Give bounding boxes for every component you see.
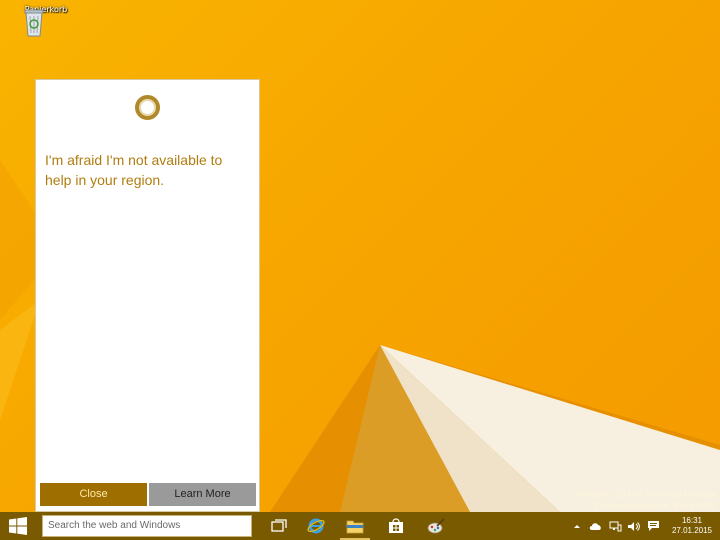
cortana-panel: I'm afraid I'm not available to help in … <box>35 79 260 512</box>
ie-icon <box>307 518 325 534</box>
cloud-icon <box>589 522 601 530</box>
network-button[interactable] <box>608 512 622 540</box>
desktop-icon-recycle-bin[interactable]: Papierkorb <box>20 4 72 37</box>
task-view-button[interactable] <box>260 512 298 540</box>
paint-icon <box>427 518 445 534</box>
start-button[interactable] <box>0 512 36 540</box>
file-explorer-button[interactable] <box>336 512 374 540</box>
network-icon <box>609 521 621 531</box>
internet-explorer-button[interactable] <box>297 512 335 540</box>
show-hidden-icons-button[interactable] <box>572 512 582 540</box>
build-watermark: Windows 10 Pro Technical Preview Evaluie… <box>576 488 716 512</box>
clock-time: 16:31 <box>681 516 702 525</box>
folder-icon <box>346 520 364 533</box>
search-box[interactable]: Search the web and Windows <box>42 515 252 537</box>
paint-button[interactable] <box>417 512 455 540</box>
learn-more-button[interactable]: Learn More <box>149 483 256 506</box>
store-icon <box>389 518 403 533</box>
search-placeholder: Search the web and Windows <box>48 520 181 531</box>
store-button[interactable] <box>377 512 415 540</box>
onedrive-button[interactable] <box>588 512 602 540</box>
recycle-bin-icon <box>24 9 44 37</box>
windows-logo-icon <box>9 517 27 535</box>
action-center-button[interactable] <box>645 512 661 540</box>
cortana-ring-icon <box>135 95 160 120</box>
watermark-line-1: Windows 10 Pro Technical Preview <box>576 489 716 499</box>
cortana-message: I'm afraid I'm not available to help in … <box>45 152 223 188</box>
clock-date: 27.01.2015 <box>671 526 712 535</box>
clock[interactable]: 16:31 27.01.2015 <box>672 516 712 536</box>
message-icon <box>647 521 659 531</box>
watermark-line-2: Evaluierungskopie. Build 9926 <box>594 501 716 511</box>
close-button[interactable]: Close <box>40 483 147 506</box>
task-view-icon <box>271 519 287 532</box>
chevron-up-icon <box>574 525 580 528</box>
volume-button[interactable] <box>626 512 640 540</box>
speaker-icon <box>627 521 640 531</box>
taskbar: Search the web and Windows 16:31 27.01.2… <box>0 512 720 540</box>
